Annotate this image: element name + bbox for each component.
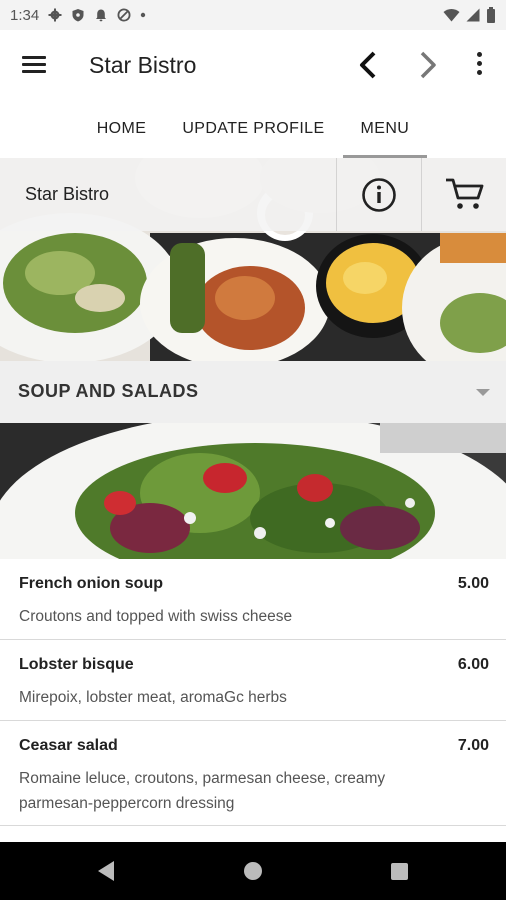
info-icon[interactable] [360,176,398,214]
status-time: 1:34 [10,6,40,24]
status-bar: 1:34 [0,0,506,30]
item-name: Ceasar salad [19,737,118,754]
menu-item[interactable]: Lobster bisque 6.00 Mirepoix, lobster me… [0,640,506,721]
hero-divider [336,158,337,231]
item-description: Croutons and topped with swiss cheese [19,608,293,625]
gear-icon [48,8,62,22]
recents-square-icon[interactable] [391,863,408,880]
forward-arrow-icon[interactable] [410,48,444,82]
back-triangle-icon[interactable] [98,861,114,881]
item-price: 6.00 [457,656,489,673]
tab-home[interactable]: HOME [79,100,165,158]
item-price: 5.00 [457,575,489,592]
category-salad-image [0,423,506,559]
home-circle-icon[interactable] [244,862,262,880]
menu-item[interactable]: French onion soup 5.00 Croutons and topp… [0,559,506,640]
dot-icon [141,12,146,18]
signal-icon [466,8,480,22]
menu-item[interactable]: Ceasar salad 7.00 Romaine leluce, crouto… [0,721,506,826]
tab-bar: HOME UPDATE PROFILE MENU [0,100,506,158]
hero-banner: Star Bistro [0,158,506,361]
category-title: SOUP AND SALADS [18,381,199,401]
system-nav-bar [0,842,506,900]
item-name: Lobster bisque [19,656,134,673]
more-vert-icon[interactable] [470,50,490,80]
app-bar: Star Bistro [0,30,506,100]
cart-icon[interactable] [444,176,486,212]
app-title: Star Bistro [89,52,197,78]
item-price: 7.00 [457,737,489,754]
at-sign-icon [117,8,131,22]
hero-header-bar: Star Bistro [0,158,506,231]
dropdown-arrow-icon[interactable] [476,389,490,396]
item-description: Mirepoix, lobster meat, aromaGc herbs [19,689,287,706]
shield-icon [72,9,84,22]
wifi-icon [443,9,460,22]
bell-icon [96,9,107,22]
menu-icon[interactable] [22,54,48,76]
tab-update-profile[interactable]: UPDATE PROFILE [164,100,342,158]
back-arrow-icon[interactable] [352,48,386,82]
battery-icon [487,7,495,23]
tab-menu[interactable]: MENU [342,100,428,158]
item-name: French onion soup [19,575,163,592]
restaurant-name: Star Bistro [25,184,110,204]
hero-divider [421,158,422,231]
menu-item-list: French onion soup 5.00 Croutons and topp… [0,559,506,826]
category-header[interactable]: SOUP AND SALADS [0,361,506,423]
item-description: Romaine leluce, croutons, parmesan chees… [19,770,386,812]
